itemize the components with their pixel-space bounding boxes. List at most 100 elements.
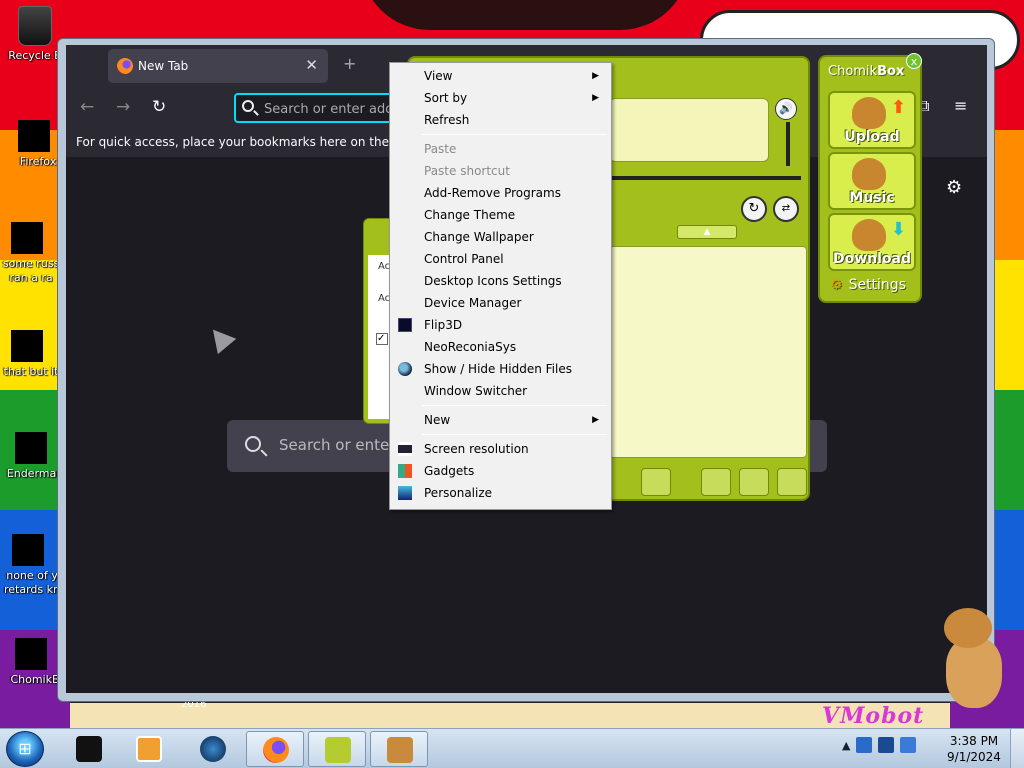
menu-item-paste: Paste (424, 142, 457, 156)
taskbar-app-chomik-music[interactable] (370, 731, 428, 767)
firefox-icon (117, 58, 133, 74)
volume-control[interactable]: 🔊 (775, 98, 801, 168)
start-button[interactable]: ⊞ (6, 731, 44, 767)
clock-time: 3:38 PM (949, 734, 999, 748)
volume-slider[interactable] (786, 122, 790, 166)
url-bar[interactable] (234, 93, 394, 123)
desktop-icon-file[interactable]: that but it (0, 322, 62, 379)
menu-item-view[interactable]: View ▶ (392, 65, 609, 87)
new-tab-plus-icon[interactable]: + (343, 54, 356, 73)
taskbar-app-chomikbox[interactable] (308, 731, 366, 767)
upload-arrow-icon: ⬆ (890, 97, 906, 118)
submenu-arrow-icon: ▶ (592, 71, 599, 81)
small-panel-checkbox[interactable]: ✓ (376, 333, 388, 345)
speaker-icon[interactable]: 🔊 (775, 98, 797, 120)
system-tray: ▲ (842, 737, 917, 753)
screen-icon (398, 442, 412, 456)
newtab-settings-gear-icon[interactable]: ⚙ (946, 177, 962, 198)
playlist-tool-icon[interactable] (641, 468, 671, 496)
taskbar-app-media-player[interactable] (120, 731, 178, 767)
wallpaper-signature: VMobot (822, 703, 925, 728)
menu-item-desktop-icons-settings[interactable]: Desktop Icons Settings (392, 270, 609, 292)
forward-arrow-icon[interactable]: → (116, 97, 130, 117)
file-icon (11, 322, 51, 362)
hamburger-menu-icon[interactable]: ≡ (954, 96, 967, 115)
desktop-icon-document[interactable]: some russ ran a ra (0, 214, 62, 285)
menu-item-change-theme[interactable]: Change Theme (392, 204, 609, 226)
gadgets-icon (398, 464, 412, 478)
desktop-icon-label: some russ ran a ra (2, 257, 60, 284)
chomikbox-settings-button[interactable]: ⚙ Settings (830, 277, 906, 293)
open-playlist-icon[interactable] (777, 468, 807, 496)
tab-new-tab[interactable]: New Tab ✕ (108, 49, 328, 83)
tray-network-icon[interactable] (878, 737, 895, 753)
tab-title: New Tab (138, 59, 189, 73)
tray-volume-icon[interactable] (900, 737, 917, 753)
recycle-bin-icon (15, 6, 55, 46)
menu-item-show-hide-hidden-files[interactable]: Show / Hide Hidden Files (392, 358, 609, 380)
taskbar: ⊞ ▲ 3:38 PM 9/1/2024 (0, 728, 1024, 768)
menu-item-gadgets[interactable]: Gadgets (392, 460, 609, 482)
menu-item-device-manager[interactable]: Device Manager (392, 292, 609, 314)
menu-item-flip3d[interactable]: Flip3D (392, 314, 609, 336)
download-button[interactable]: ⬇ Download (828, 213, 916, 271)
save-playlist-icon[interactable] (739, 468, 769, 496)
desktop-icon-label: that but it (3, 365, 59, 378)
music-button[interactable]: Music (828, 152, 916, 210)
desktop-icon-label: ChomikB (10, 673, 60, 686)
flip3d-icon (398, 318, 412, 332)
wallpaper-creature (360, 0, 690, 30)
document-icon (11, 214, 51, 254)
chomikbox-close-button[interactable]: x (906, 53, 922, 69)
upload-label: Upload (844, 129, 900, 145)
menu-item-refresh[interactable]: Refresh (392, 109, 609, 131)
menu-item-personalize[interactable]: Personalize (392, 482, 609, 504)
menu-item-control-panel[interactable]: Control Panel (392, 248, 609, 270)
playlist-area (609, 246, 807, 458)
repeat-icon[interactable]: ↻ (741, 196, 767, 222)
taskbar-app-firefox[interactable] (246, 731, 304, 767)
taskbar-app-terminal[interactable] (60, 731, 118, 767)
media-player-icon (136, 736, 162, 762)
tray-overflow-arrow-icon[interactable]: ▲ (842, 739, 850, 752)
add-file-icon[interactable] (701, 468, 731, 496)
menu-item-window-switcher[interactable]: Window Switcher (392, 380, 609, 402)
mouse-cursor-icon (203, 321, 237, 355)
url-input[interactable] (264, 100, 392, 118)
tab-close-icon[interactable]: ✕ (305, 56, 318, 74)
menu-separator (422, 134, 607, 135)
desktop-icon-meme[interactable]: none of y retards kn (0, 526, 64, 597)
menu-item-paste-shortcut: Paste shortcut (424, 164, 510, 178)
upload-button[interactable]: ⬆ Upload (828, 91, 916, 149)
reload-icon[interactable]: ↻ (152, 97, 166, 117)
hamster-desktop-gadget[interactable] (940, 608, 1004, 708)
expand-playlist-chevron-icon[interactable]: ▲ (677, 225, 737, 239)
globe-icon (398, 362, 412, 376)
player-display (609, 98, 769, 162)
firefox-icon (263, 737, 289, 763)
show-desktop-button[interactable] (1010, 729, 1024, 768)
desktop-icon-label: none of y retards kn (4, 569, 60, 596)
menu-item-sort-by[interactable]: Sort by ▶ (392, 87, 609, 109)
menu-item-screen-resolution[interactable]: Screen resolution (392, 438, 609, 460)
back-arrow-icon[interactable]: ← (80, 97, 94, 117)
settings-cog-icon: ⚙ (830, 277, 843, 293)
menu-separator (422, 405, 607, 406)
menu-separator (422, 434, 607, 435)
submenu-arrow-icon: ▶ (592, 93, 599, 103)
taskbar-clock[interactable]: 3:38 PM 9/1/2024 (940, 733, 1008, 765)
menu-item-change-wallpaper[interactable]: Change Wallpaper (392, 226, 609, 248)
taskbar-app-browser-globe[interactable] (184, 731, 242, 767)
desktop-context-menu: View ▶ Sort by ▶ Refresh Paste Paste short… (389, 62, 612, 510)
menu-item-neoreconiasys[interactable]: NeoReconiaSys (392, 336, 609, 358)
shuffle-icon[interactable]: ⇄ (773, 196, 799, 222)
chomikbox-panel: ChomikBox x ⬆ Upload Music ⬇ Download ⚙ S… (818, 53, 922, 303)
menu-item-new[interactable]: New ▶ (392, 409, 609, 431)
hamster-icon (852, 219, 886, 251)
menu-item-add-remove-programs[interactable]: Add-Remove Programs (392, 182, 609, 204)
hamster-body (946, 638, 1002, 708)
tray-shield-icon[interactable] (856, 737, 873, 753)
desktop-icon-label: Recycle B (8, 49, 62, 62)
meme-file-icon (12, 526, 52, 566)
seek-bar[interactable] (609, 176, 801, 180)
